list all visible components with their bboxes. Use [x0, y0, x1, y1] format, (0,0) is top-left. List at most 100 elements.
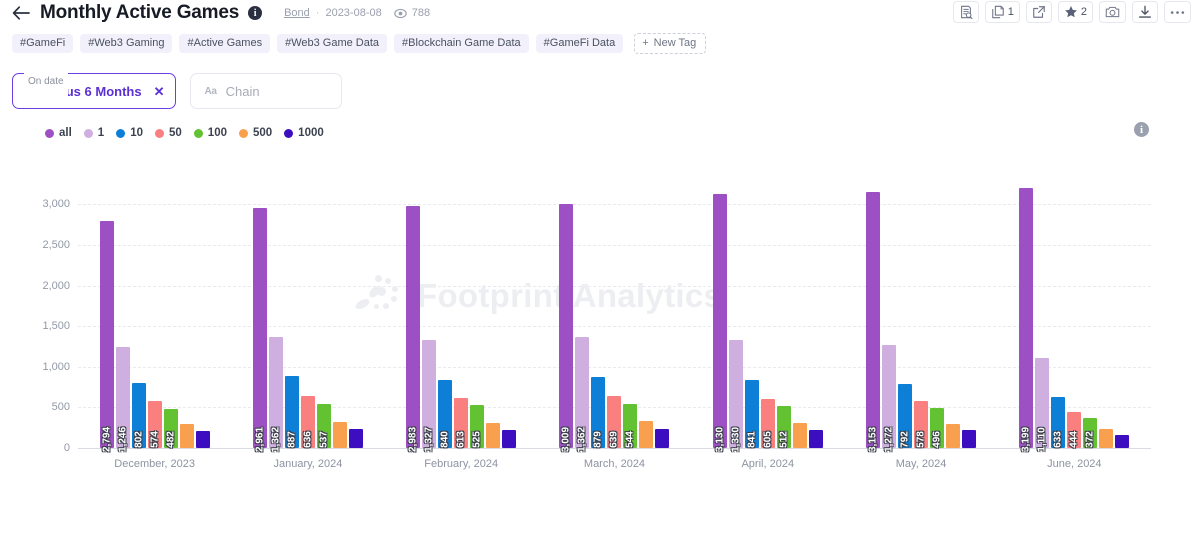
legend-item-10[interactable]: 10: [116, 127, 143, 139]
bar-value-label: 372: [1084, 431, 1096, 448]
bar-group[interactable]: 2,794 1,246 802 574 482: [78, 148, 231, 452]
bar-10[interactable]: 633: [1051, 396, 1066, 448]
star-icon-button[interactable]: 2: [1057, 1, 1093, 23]
bar-all[interactable]: 3,199: [1019, 188, 1034, 452]
x-axis-label: March, 2024: [583, 458, 646, 470]
legend-item-50[interactable]: 50: [155, 127, 182, 139]
y-axis-tick-label: 2,000: [42, 279, 70, 292]
legend-label: 500: [252, 127, 273, 139]
bar-1000[interactable]: [962, 430, 977, 448]
bar-50[interactable]: 613: [454, 398, 469, 448]
bar-group[interactable]: 3,199 1,110 633 444 372: [998, 148, 1151, 452]
chart-info-icon[interactable]: i: [1134, 122, 1149, 137]
bar-50[interactable]: 605: [760, 398, 775, 448]
external-link-icon-button[interactable]: [1025, 1, 1052, 23]
chain-input-placeholder[interactable]: Chain: [226, 84, 260, 99]
bar-group[interactable]: 2,983 1,327 840 613 525: [385, 148, 538, 452]
bar-1[interactable]: 1,362: [575, 337, 590, 452]
legend-label: 1: [97, 127, 105, 139]
download-icon-button[interactable]: [1132, 1, 1158, 23]
tag-item[interactable]: #GameFi: [12, 33, 74, 53]
legend-item-100[interactable]: 100: [193, 127, 227, 139]
bar-1[interactable]: 1,246: [115, 346, 130, 452]
ellipsis-icon-button[interactable]: [1164, 1, 1191, 23]
bar-all[interactable]: 3,130: [712, 193, 727, 452]
bar-100[interactable]: 496: [930, 407, 945, 448]
legend-item-all[interactable]: all: [45, 127, 72, 139]
bar-value-label: 444: [1068, 431, 1080, 448]
bar-1000[interactable]: [195, 430, 210, 448]
bar-group[interactable]: 2,961 1,362 887 636 537: [231, 148, 384, 452]
tag-item[interactable]: #Active Games: [179, 33, 271, 53]
bar-10[interactable]: 802: [131, 382, 146, 448]
bar-50[interactable]: 574: [147, 401, 162, 448]
bar-1[interactable]: 1,110: [1035, 357, 1050, 452]
bar-1000[interactable]: [348, 429, 363, 448]
bar-100[interactable]: 525: [470, 405, 485, 448]
legend-item-500[interactable]: 500: [238, 127, 273, 139]
bar-100[interactable]: 372: [1083, 417, 1098, 448]
bar-500[interactable]: [1099, 429, 1114, 448]
bar-value-label: 879: [592, 431, 604, 448]
bar-100[interactable]: 537: [316, 404, 331, 448]
y-axis-tick-label: 0: [63, 442, 70, 454]
bar-1[interactable]: 1,272: [882, 344, 897, 452]
bar-value-label: 525: [471, 431, 483, 448]
bar-10[interactable]: 840: [438, 379, 453, 448]
bar-50[interactable]: 636: [300, 396, 315, 448]
bar-50[interactable]: 578: [914, 401, 929, 448]
legend-item-1000[interactable]: 1000: [284, 127, 324, 139]
bar-100[interactable]: 512: [776, 406, 791, 448]
bar-500[interactable]: [332, 422, 347, 448]
bar-500[interactable]: [639, 421, 654, 448]
copy-icon-button[interactable]: 1: [984, 1, 1020, 23]
bar-1[interactable]: 1,330: [728, 340, 743, 452]
close-icon[interactable]: ✕: [154, 85, 165, 98]
bar-50[interactable]: 444: [1067, 411, 1082, 448]
bar-100[interactable]: 482: [163, 408, 178, 448]
bar-value-label: 841: [746, 431, 758, 448]
bar-group[interactable]: 3,130 1,330 841 605 512: [691, 148, 844, 452]
bar-1000[interactable]: [655, 428, 670, 448]
bar-all[interactable]: 2,794: [99, 221, 114, 452]
tag-item[interactable]: #Blockchain Game Data: [394, 33, 529, 53]
bar-group[interactable]: 3,009 1,362 879 639 544: [538, 148, 691, 452]
bar-group[interactable]: 3,153 1,272 792 578 496: [844, 148, 997, 452]
chain-filter[interactable]: Aa Chain: [190, 73, 343, 109]
bar-50[interactable]: 639: [607, 396, 622, 448]
tag-item[interactable]: #Web3 Game Data: [277, 33, 388, 53]
x-axis-label: February, 2024: [424, 458, 499, 470]
bar-10[interactable]: 841: [744, 379, 759, 448]
author-link[interactable]: Bond: [284, 7, 310, 19]
new-tag-button[interactable]: + New Tag: [634, 32, 707, 54]
bar-100[interactable]: 544: [623, 403, 638, 448]
bar-500[interactable]: [792, 422, 807, 448]
bar-10[interactable]: 887: [284, 375, 299, 448]
bar-1000[interactable]: [1115, 435, 1130, 448]
arrow-left-icon[interactable]: [10, 2, 32, 24]
tag-item[interactable]: #Web3 Gaming: [80, 33, 173, 53]
bar-1000[interactable]: [808, 429, 823, 448]
bar-1000[interactable]: [502, 429, 517, 448]
x-axis-label: January, 2024: [273, 458, 343, 470]
document-search-icon-button[interactable]: [952, 1, 979, 23]
bar-value-label: 792: [899, 431, 911, 448]
bar-all[interactable]: 2,983: [406, 205, 421, 452]
bar-10[interactable]: 792: [898, 383, 913, 448]
bar-all[interactable]: 2,961: [252, 207, 267, 452]
bar-10[interactable]: 879: [591, 376, 606, 448]
tag-item[interactable]: #GameFi Data: [535, 33, 624, 53]
bar-1[interactable]: 1,327: [422, 340, 437, 452]
bar-500[interactable]: [486, 422, 501, 448]
bar-1[interactable]: 1,362: [268, 337, 283, 452]
legend-dot-icon: [193, 128, 203, 138]
bar-all[interactable]: 3,153: [866, 191, 881, 452]
bar-all[interactable]: 3,009: [559, 203, 574, 452]
bar-500[interactable]: [179, 423, 194, 448]
bar-500[interactable]: [946, 423, 961, 448]
camera-icon-button[interactable]: [1099, 1, 1126, 23]
date-filter[interactable]: On date Previous 6 Months ✕: [12, 67, 177, 109]
legend-item-1[interactable]: 1: [83, 127, 105, 139]
x-axis-label: June, 2024: [1047, 458, 1102, 470]
info-icon[interactable]: i: [248, 6, 263, 20]
